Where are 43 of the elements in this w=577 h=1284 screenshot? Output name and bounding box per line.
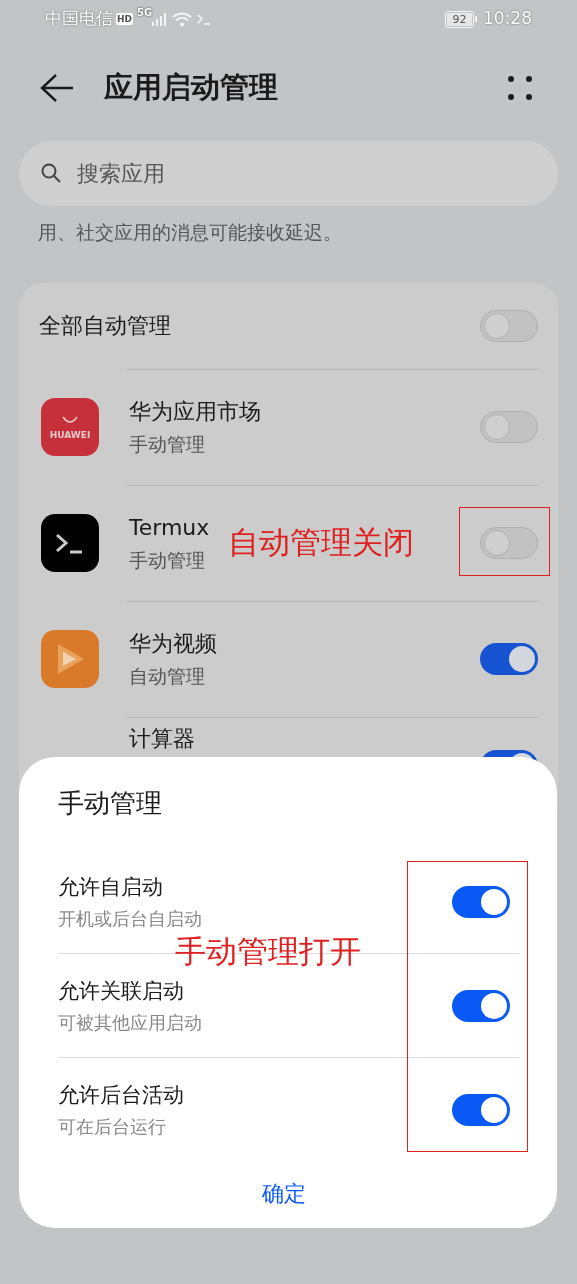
annotation-text: 自动管理关闭 — [228, 523, 414, 562]
option-description: 开机或后台自启动 — [58, 906, 203, 931]
toggle-switch[interactable] — [452, 1093, 510, 1126]
app-name: 计算器 — [129, 724, 195, 753]
wifi-icon — [172, 11, 193, 27]
option-description: 可被其他应用启动 — [58, 1010, 203, 1035]
hd-badge: HD — [116, 13, 133, 25]
battery-icon: 92 — [445, 10, 474, 28]
toggle-switch[interactable] — [480, 527, 538, 559]
play-icon — [41, 630, 99, 688]
app-status: 手动管理 — [129, 547, 206, 573]
toggle-switch[interactable] — [480, 411, 538, 443]
terminal-icon — [197, 13, 212, 25]
sheet-title: 手动管理 — [58, 787, 162, 820]
toggle-switch[interactable] — [480, 643, 538, 675]
app-name: 华为应用市场 — [129, 397, 261, 426]
confirm-button[interactable]: 确定 — [252, 1171, 316, 1216]
search-field[interactable]: 搜索应用 — [19, 141, 558, 206]
app-name: 华为视频 — [129, 629, 217, 658]
option-label: 允许后台活动 — [58, 1081, 185, 1109]
clock-text: 10:28 — [483, 7, 532, 31]
logo-text: HUAWEI — [49, 430, 91, 440]
carrier-text: 中国电信 — [45, 7, 113, 31]
more-icon[interactable] — [507, 75, 533, 101]
option-description: 可在后台运行 — [58, 1114, 167, 1139]
toggle-switch[interactable] — [480, 309, 538, 342]
notice-text: 用、社交应用的消息可能接收延迟。 — [37, 220, 343, 245]
app-status: 自动管理 — [129, 663, 206, 689]
smile-icon — [61, 414, 79, 425]
search-icon — [41, 163, 61, 183]
all-auto-label: 全部自动管理 — [39, 312, 172, 340]
option-label: 允许自启动 — [58, 873, 164, 901]
page-title: 应用启动管理 — [104, 69, 278, 107]
app-status: 手动管理 — [129, 431, 206, 457]
annotation-text: 手动管理打开 — [175, 932, 361, 971]
signal-icon — [152, 12, 167, 26]
app-name: Termux — [129, 513, 210, 542]
network-text: 5G — [137, 6, 153, 20]
toggle-switch[interactable] — [452, 885, 510, 918]
terminal-icon — [41, 514, 99, 572]
option-label: 允许关联启动 — [58, 977, 185, 1005]
back-icon[interactable] — [40, 73, 74, 103]
toggle-switch[interactable] — [452, 989, 510, 1022]
